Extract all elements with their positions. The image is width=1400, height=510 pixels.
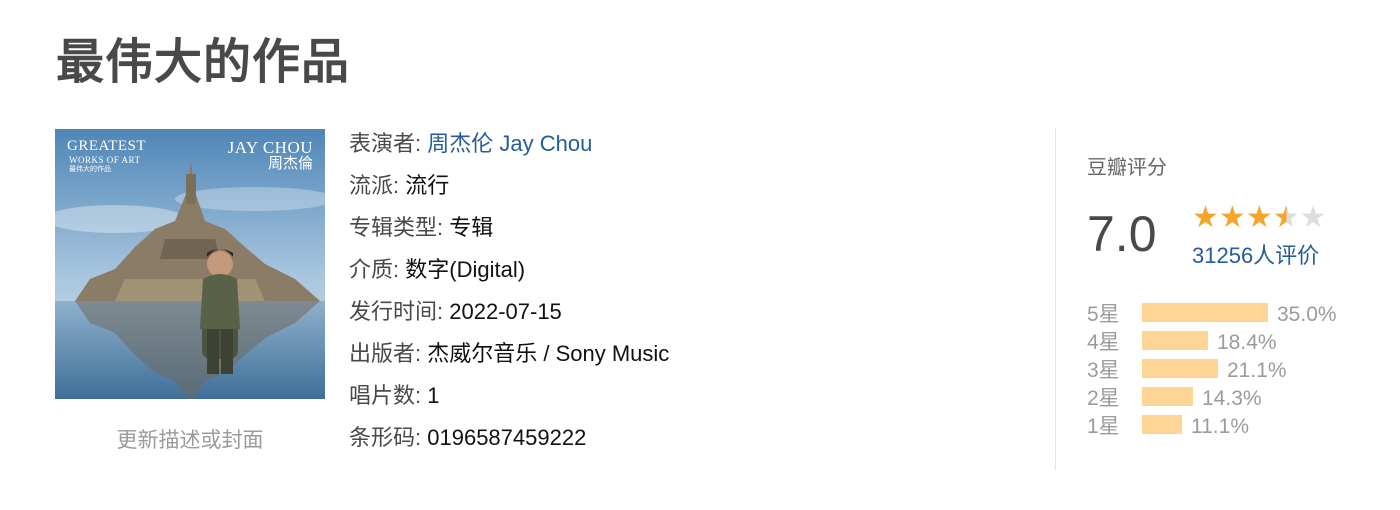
info-row-publisher: 出版者: 杰威尔音乐 / Sony Music	[349, 337, 999, 379]
rating-bar-row: 4星 18.4%	[1087, 328, 1387, 356]
rating-bar-row: 2星 14.3%	[1087, 384, 1387, 412]
rating-bar-percent: 11.1%	[1191, 415, 1249, 438]
rating-bar-label: 4星	[1087, 331, 1120, 354]
rating-bar-label: 2星	[1087, 387, 1120, 410]
rating-stars: ★★★★★	[1192, 202, 1342, 234]
rating-bar-row: 3星 21.1%	[1087, 356, 1387, 384]
release-value: 2022-07-15	[449, 299, 562, 324]
info-row-performer: 表演者: 周杰伦 Jay Chou	[349, 127, 999, 169]
rating-bar-percent: 18.4%	[1217, 331, 1277, 354]
barcode-value: 0196587459222	[427, 425, 587, 450]
rating-bar-label: 1星	[1087, 415, 1120, 438]
genre-label: 流派:	[349, 173, 400, 198]
album-info: 表演者: 周杰伦 Jay Chou 流派: 流行 专辑类型: 专辑 介质: 数字…	[349, 127, 999, 463]
cover-subtitle-zh: 最伟大的作品	[69, 165, 111, 173]
rating-score: 7.0	[1087, 206, 1157, 262]
performer-link[interactable]: 周杰伦 Jay Chou	[427, 131, 592, 156]
rating-bar-label: 5星	[1087, 303, 1120, 326]
star-icon: ★	[1299, 201, 1327, 234]
release-label: 发行时间:	[349, 299, 444, 324]
rating-bar	[1142, 387, 1193, 406]
rating-bar-percent: 21.1%	[1227, 359, 1287, 382]
rating-count-link[interactable]: 31256人评价	[1192, 241, 1319, 271]
publisher-label: 出版者:	[349, 341, 422, 366]
info-row-genre: 流派: 流行	[349, 169, 999, 211]
rating-bar-percent: 35.0%	[1277, 303, 1337, 326]
rating-bar-row: 1星 11.1%	[1087, 412, 1387, 440]
publisher-value: 杰威尔音乐 / Sony Music	[427, 341, 670, 366]
cover-artist-en: JAY CHOU	[227, 138, 313, 157]
barcode-label: 条形码:	[349, 425, 422, 450]
star-icon: ★	[1245, 201, 1273, 234]
rating-bar	[1142, 415, 1182, 434]
album-type-label: 专辑类型:	[349, 215, 444, 240]
performer-label: 表演者:	[349, 131, 422, 156]
genre-value: 流行	[405, 173, 450, 198]
cover-subtitle: WORKS OF ART	[69, 155, 141, 165]
album-type-value: 专辑	[449, 215, 494, 240]
discs-value: 1	[427, 383, 440, 408]
rating-bar-row: 5星 35.0%	[1087, 300, 1387, 328]
cover-title: GREATEST	[67, 138, 146, 154]
divider	[1055, 128, 1056, 470]
rating-bar-percent: 14.3%	[1202, 387, 1262, 410]
cover-artist-zh: 周杰倫	[267, 156, 313, 172]
rating-bar-label: 3星	[1087, 359, 1120, 382]
info-row-barcode: 条形码: 0196587459222	[349, 421, 999, 463]
album-cover[interactable]: GREATEST WORKS OF ART 最伟大的作品 JAY CHOU 周杰…	[55, 129, 325, 399]
media-value: 数字(Digital)	[405, 257, 526, 282]
rating-title: 豆瓣评分	[1087, 157, 1167, 179]
rating-distribution: 5星 35.0% 4星 18.4% 3星 21.1% 2星 14.3% 1星 1…	[1087, 300, 1387, 440]
star-icon: ★	[1218, 201, 1246, 234]
media-label: 介质:	[349, 257, 400, 282]
rating-bar	[1142, 331, 1208, 350]
info-row-discs: 唱片数: 1	[349, 379, 999, 421]
discs-label: 唱片数:	[349, 383, 422, 408]
update-cover-link[interactable]: 更新描述或封面	[55, 424, 325, 454]
star-icon: ★	[1272, 201, 1300, 234]
info-row-album-type: 专辑类型: 专辑	[349, 211, 999, 253]
rating-bar	[1142, 303, 1268, 322]
info-row-media: 介质: 数字(Digital)	[349, 253, 999, 295]
info-row-release: 发行时间: 2022-07-15	[349, 295, 999, 337]
rating-bar	[1142, 359, 1218, 378]
page-title: 最伟大的作品	[56, 36, 351, 89]
rating-panel: 豆瓣评分 7.0 ★★★★★ 31256人评价 5星 35.0% 4星 18.4…	[1087, 150, 1387, 438]
star-icon: ★	[1192, 201, 1219, 234]
